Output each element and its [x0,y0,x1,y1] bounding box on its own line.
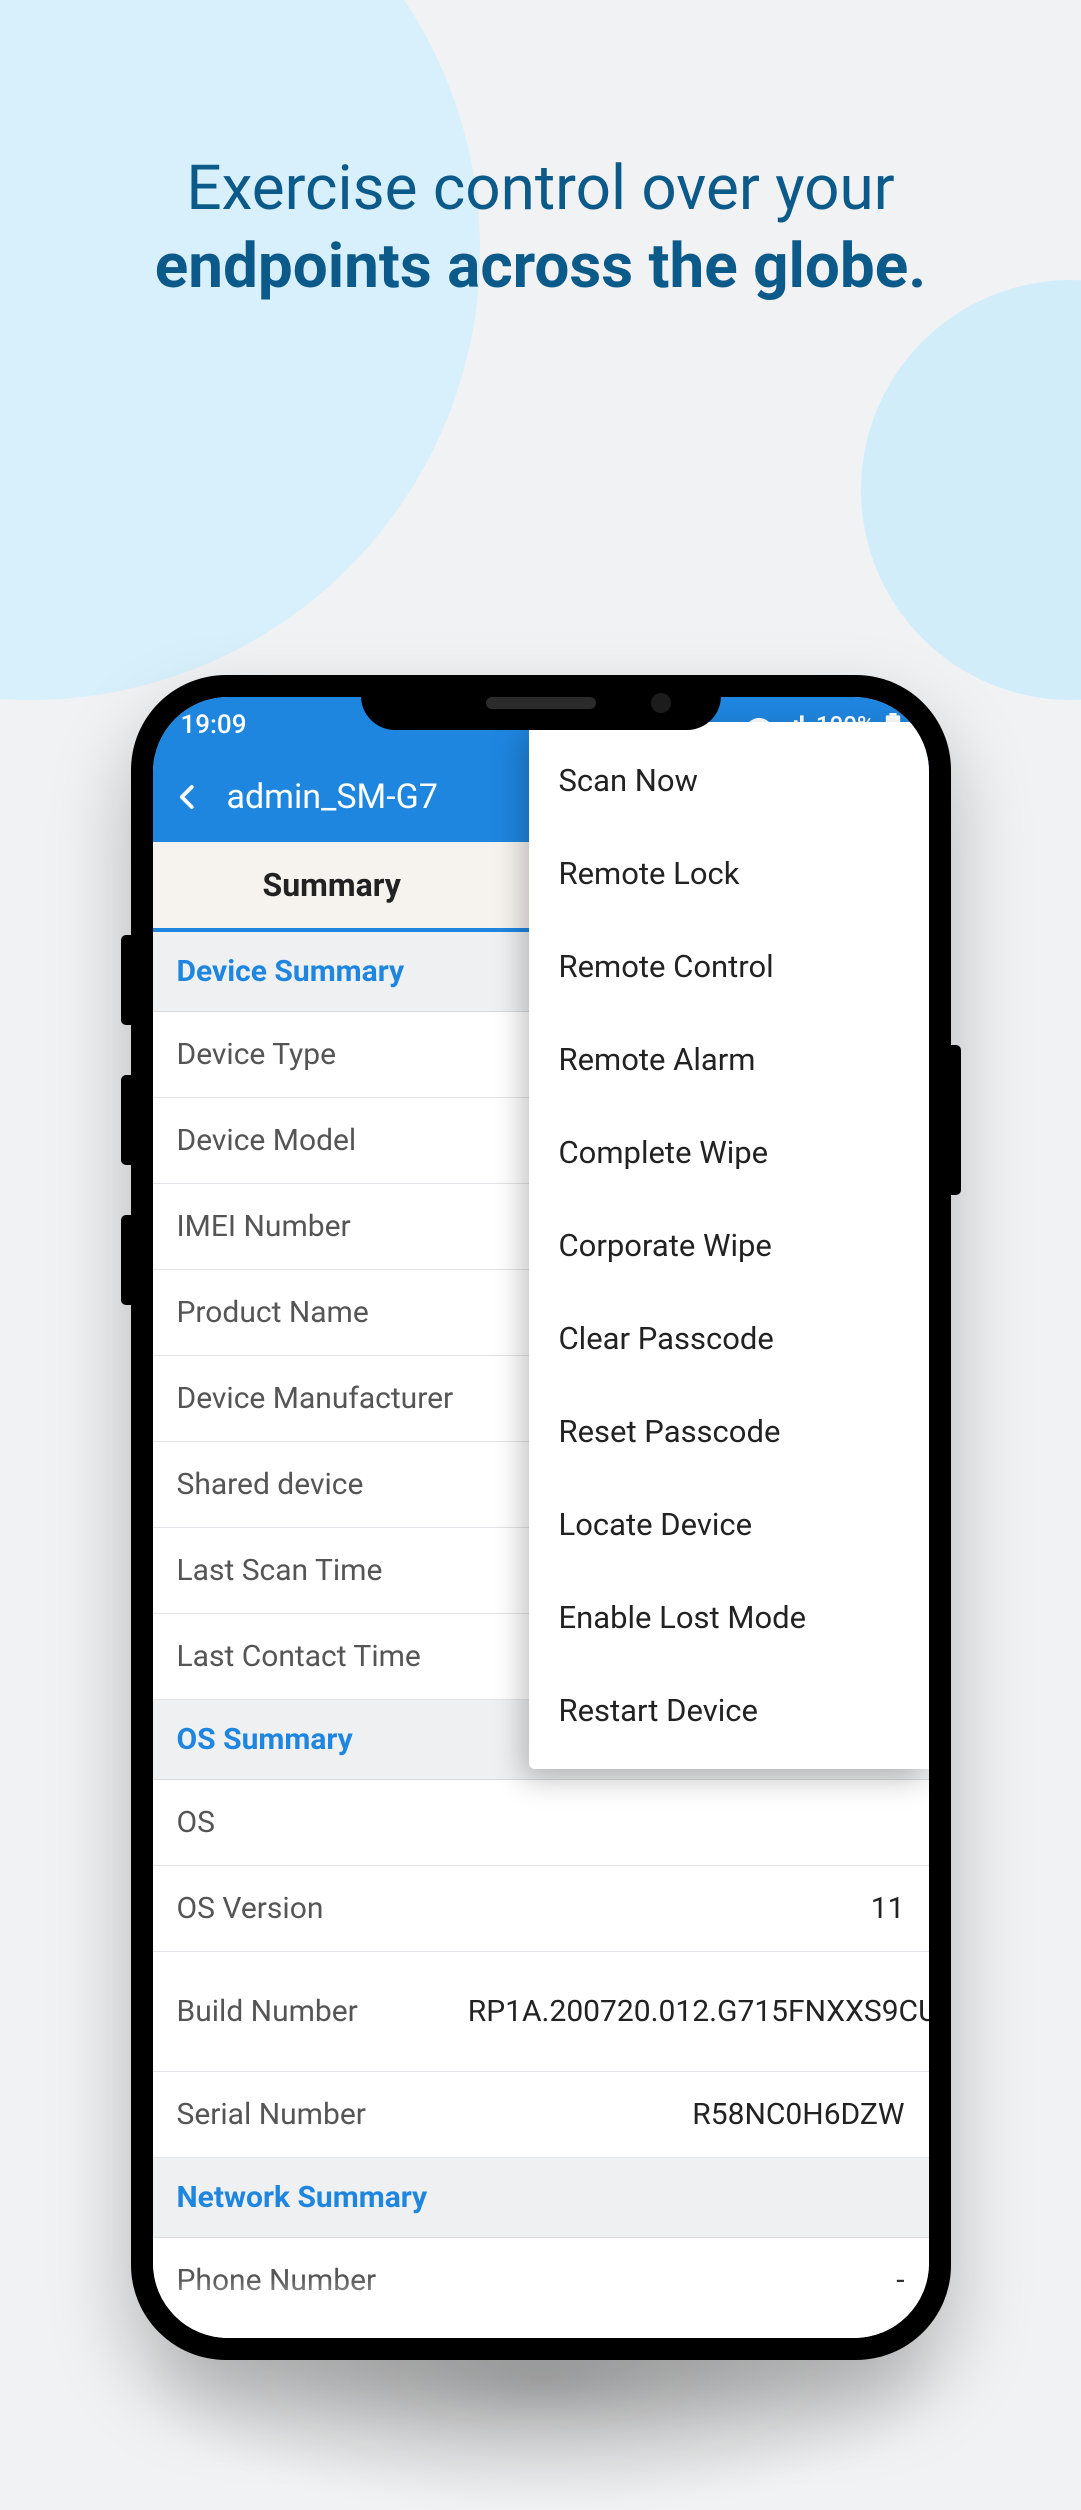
menu-restart-device[interactable]: Restart Device [529,1664,929,1757]
label: Device Model [177,1123,357,1158]
label: Last Contact Time [177,1639,421,1674]
headline-line1: Exercise control over your [0,150,1081,228]
label: Shared device [177,1467,364,1502]
row-os-version[interactable]: OS Version 11 [153,1866,929,1952]
menu-remote-lock[interactable]: Remote Lock [529,827,929,920]
label: Serial Number [177,2097,366,2132]
label: OS Version [177,1891,324,1926]
menu-remote-control[interactable]: Remote Control [529,920,929,1013]
row-subscriber-carrier[interactable]: Subscriber Carrier [153,2324,929,2338]
row-serial-number[interactable]: Serial Number R58NC0H6DZW [153,2072,929,2158]
row-build-number[interactable]: Build Number RP1A.200720.012.G715FNXXS9CU… [153,1952,929,2072]
menu-locate-device[interactable]: Locate Device [529,1478,929,1571]
menu-reset-passcode[interactable]: Reset Passcode [529,1385,929,1478]
phone-notch [361,675,721,730]
section-network-summary: Network Summary [153,2158,929,2238]
phone-speaker [486,697,596,709]
value: 11 [871,1889,905,1928]
app-bar-title: admin_SM-G7 [227,777,438,817]
menu-corporate-wipe[interactable]: Corporate Wipe [529,1199,929,1292]
row-phone-number[interactable]: Phone Number - [153,2238,929,2324]
back-icon[interactable] [173,782,203,812]
phone-frame: 19:09 100% admin_SM-G7 Summary Device Su… [131,675,951,2360]
phone-camera [651,693,671,713]
value: RP1A.200720.012.G715FNXXS9CUL2 [468,1992,905,2031]
background-blob-left [0,0,480,700]
actions-menu: Scan Now Remote Lock Remote Control Remo… [529,722,929,1769]
headline-line2: endpoints across the globe. [0,228,1081,306]
menu-scan-now[interactable]: Scan Now [529,734,929,827]
phone-screen: 19:09 100% admin_SM-G7 Summary Device Su… [153,697,929,2338]
label: Device Type [177,1037,337,1072]
value: - [896,2261,904,2300]
tab-summary[interactable]: Summary [263,866,401,904]
row-os[interactable]: OS [153,1780,929,1866]
label: Device Manufacturer [177,1381,454,1416]
marketing-headline: Exercise control over your endpoints acr… [0,150,1081,305]
label: Product Name [177,1295,369,1330]
menu-enable-lost-mode[interactable]: Enable Lost Mode [529,1571,929,1664]
background-blob-right [861,280,1081,700]
label: OS [177,1805,215,1840]
value: R58NC0H6DZW [692,2095,904,2134]
menu-complete-wipe[interactable]: Complete Wipe [529,1106,929,1199]
status-time: 19:09 [181,710,247,740]
label: IMEI Number [177,1209,351,1244]
menu-clear-passcode[interactable]: Clear Passcode [529,1292,929,1385]
label: Build Number [177,1994,358,2029]
label: Phone Number [177,2263,377,2298]
menu-remote-alarm[interactable]: Remote Alarm [529,1013,929,1106]
label: Last Scan Time [177,1553,383,1588]
